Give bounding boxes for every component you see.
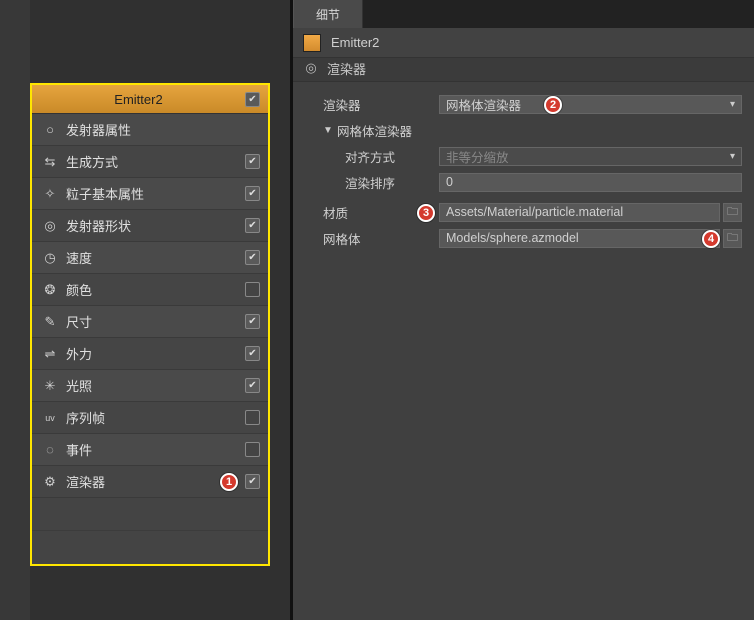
component-row-uv[interactable]: uv 序列帧 xyxy=(32,402,268,434)
component-row-arrows[interactable]: ⇆ 生成方式 xyxy=(32,146,268,178)
force-icon: ⇌ xyxy=(42,346,58,362)
browse-mesh-button[interactable]: 🗀 xyxy=(723,229,742,248)
renderer-form: 渲染器 网格体渲染器 2 ▼ 网格体渲染器 对齐方式 非等分缩放 xyxy=(293,82,754,262)
emitter-header[interactable]: Emitter2 xyxy=(32,85,268,114)
emitter-title-text: Emitter2 xyxy=(331,35,379,50)
component-label: 事件 xyxy=(66,440,245,459)
folder-icon: 🗀 xyxy=(727,229,738,248)
input-material[interactable]: Assets/Material/particle.material xyxy=(439,203,720,222)
input-render-order[interactable]: 0 xyxy=(439,173,742,192)
component-label: 生成方式 xyxy=(66,152,245,171)
pin-icon: ◎ xyxy=(42,218,58,234)
label-mesh-section: 网格体渲染器 xyxy=(337,121,412,140)
component-checkbox[interactable] xyxy=(245,186,260,201)
component-row-light[interactable]: ✳ 光照 xyxy=(32,370,268,402)
emitter-color-swatch[interactable] xyxy=(303,34,321,52)
empty-row xyxy=(32,531,268,564)
emitter-title-row: Emitter2 xyxy=(293,28,754,58)
component-checkbox[interactable] xyxy=(245,378,260,393)
component-row-force[interactable]: ⇌ 外力 xyxy=(32,338,268,370)
left-gutter xyxy=(0,0,30,620)
component-row-ruler[interactable]: ✎ 尺寸 xyxy=(32,306,268,338)
badge-4: 4 xyxy=(702,230,720,248)
dropdown-align[interactable]: 非等分缩放 xyxy=(439,147,742,166)
component-label: 发射器属性 xyxy=(66,120,260,139)
badge-3: 3 xyxy=(417,204,435,222)
component-checkbox[interactable] xyxy=(245,154,260,169)
component-checkbox[interactable] xyxy=(245,314,260,329)
row-mesh: 网格体 Models/sphere.azmodel 4 🗀 xyxy=(305,226,742,250)
component-label: 速度 xyxy=(66,248,245,267)
tab-details[interactable]: 细节 xyxy=(293,0,363,28)
row-align: 对齐方式 非等分缩放 xyxy=(305,144,742,168)
event-icon: ◌ xyxy=(42,442,58,458)
row-renderer: 渲染器 网格体渲染器 2 xyxy=(305,92,742,116)
component-label: 颜色 xyxy=(66,280,245,299)
row-material: 材质 3 Assets/Material/particle.material 🗀 xyxy=(305,200,742,224)
component-row-palette[interactable]: ❂ 颜色 xyxy=(32,274,268,306)
component-label: 序列帧 xyxy=(66,408,245,427)
label-render-order: 渲染排序 xyxy=(345,173,439,192)
renderer-crumb[interactable]: ◎ 渲染器 xyxy=(293,58,754,82)
badge-1: 1 xyxy=(220,473,238,491)
component-label: 渲染器 xyxy=(66,472,245,491)
component-checkbox[interactable] xyxy=(245,250,260,265)
empty-row xyxy=(32,498,268,531)
palette-icon: ❂ xyxy=(42,282,58,298)
label-align: 对齐方式 xyxy=(345,147,439,166)
component-label: 外力 xyxy=(66,344,245,363)
emitter-header-title: Emitter2 xyxy=(32,92,245,107)
details-panel: 细节 Emitter2 ◎ 渲染器 渲染器 网格体渲染器 2 ▼ xyxy=(290,0,754,620)
spark-icon: ✧ xyxy=(42,186,58,202)
row-mesh-section[interactable]: ▼ 网格体渲染器 xyxy=(305,118,742,142)
browse-material-button[interactable]: 🗀 xyxy=(723,203,742,222)
emitter-enable-checkbox[interactable] xyxy=(245,92,260,107)
row-render-order: 渲染排序 0 xyxy=(305,170,742,194)
component-row-speed[interactable]: ◷ 速度 xyxy=(32,242,268,274)
label-mesh: 网格体 xyxy=(323,229,439,248)
emitter-component-card: Emitter2 ○ 发射器属性 ⇆ 生成方式 ✧ 粒子基本属性 ◎ 发射器形状 ◷ 速度 ❂ 颜色 ✎… xyxy=(30,83,270,566)
component-checkbox[interactable] xyxy=(245,282,260,297)
component-row-spark[interactable]: ✧ 粒子基本属性 xyxy=(32,178,268,210)
component-label: 尺寸 xyxy=(66,312,245,331)
component-row-gear[interactable]: ⚙ 渲染器1 xyxy=(32,466,268,498)
component-label: 发射器形状 xyxy=(66,216,245,235)
component-row-pin[interactable]: ◎ 发射器形状 xyxy=(32,210,268,242)
label-renderer: 渲染器 xyxy=(323,95,439,114)
dropdown-renderer[interactable]: 网格体渲染器 2 xyxy=(439,95,742,114)
folder-icon: 🗀 xyxy=(727,203,738,222)
component-label: 光照 xyxy=(66,376,245,395)
arrows-icon: ⇆ xyxy=(42,154,58,170)
speed-icon: ◷ xyxy=(42,250,58,266)
chevron-down-icon: ▼ xyxy=(323,125,335,136)
input-mesh[interactable]: Models/sphere.azmodel xyxy=(439,229,720,248)
component-label: 粒子基本属性 xyxy=(66,184,245,203)
badge-2: 2 xyxy=(544,96,562,114)
component-checkbox[interactable] xyxy=(245,410,260,425)
light-icon: ✳ xyxy=(42,378,58,394)
uv-icon: uv xyxy=(42,410,58,426)
ruler-icon: ✎ xyxy=(42,314,58,330)
component-checkbox[interactable] xyxy=(245,442,260,457)
circle-icon: ○ xyxy=(42,122,58,138)
component-row-circle[interactable]: ○ 发射器属性 xyxy=(32,114,268,146)
component-checkbox[interactable] xyxy=(245,346,260,361)
target-icon: ◎ xyxy=(303,60,319,76)
component-list-panel: Emitter2 ○ 发射器属性 ⇆ 生成方式 ✧ 粒子基本属性 ◎ 发射器形状 ◷ 速度 ❂ 颜色 ✎… xyxy=(0,0,290,620)
gear-icon: ⚙ xyxy=(42,474,58,490)
component-checkbox[interactable] xyxy=(245,474,260,489)
renderer-crumb-label: 渲染器 xyxy=(327,59,366,78)
tab-bar: 细节 xyxy=(293,0,754,28)
component-row-event[interactable]: ◌ 事件 xyxy=(32,434,268,466)
component-checkbox[interactable] xyxy=(245,218,260,233)
